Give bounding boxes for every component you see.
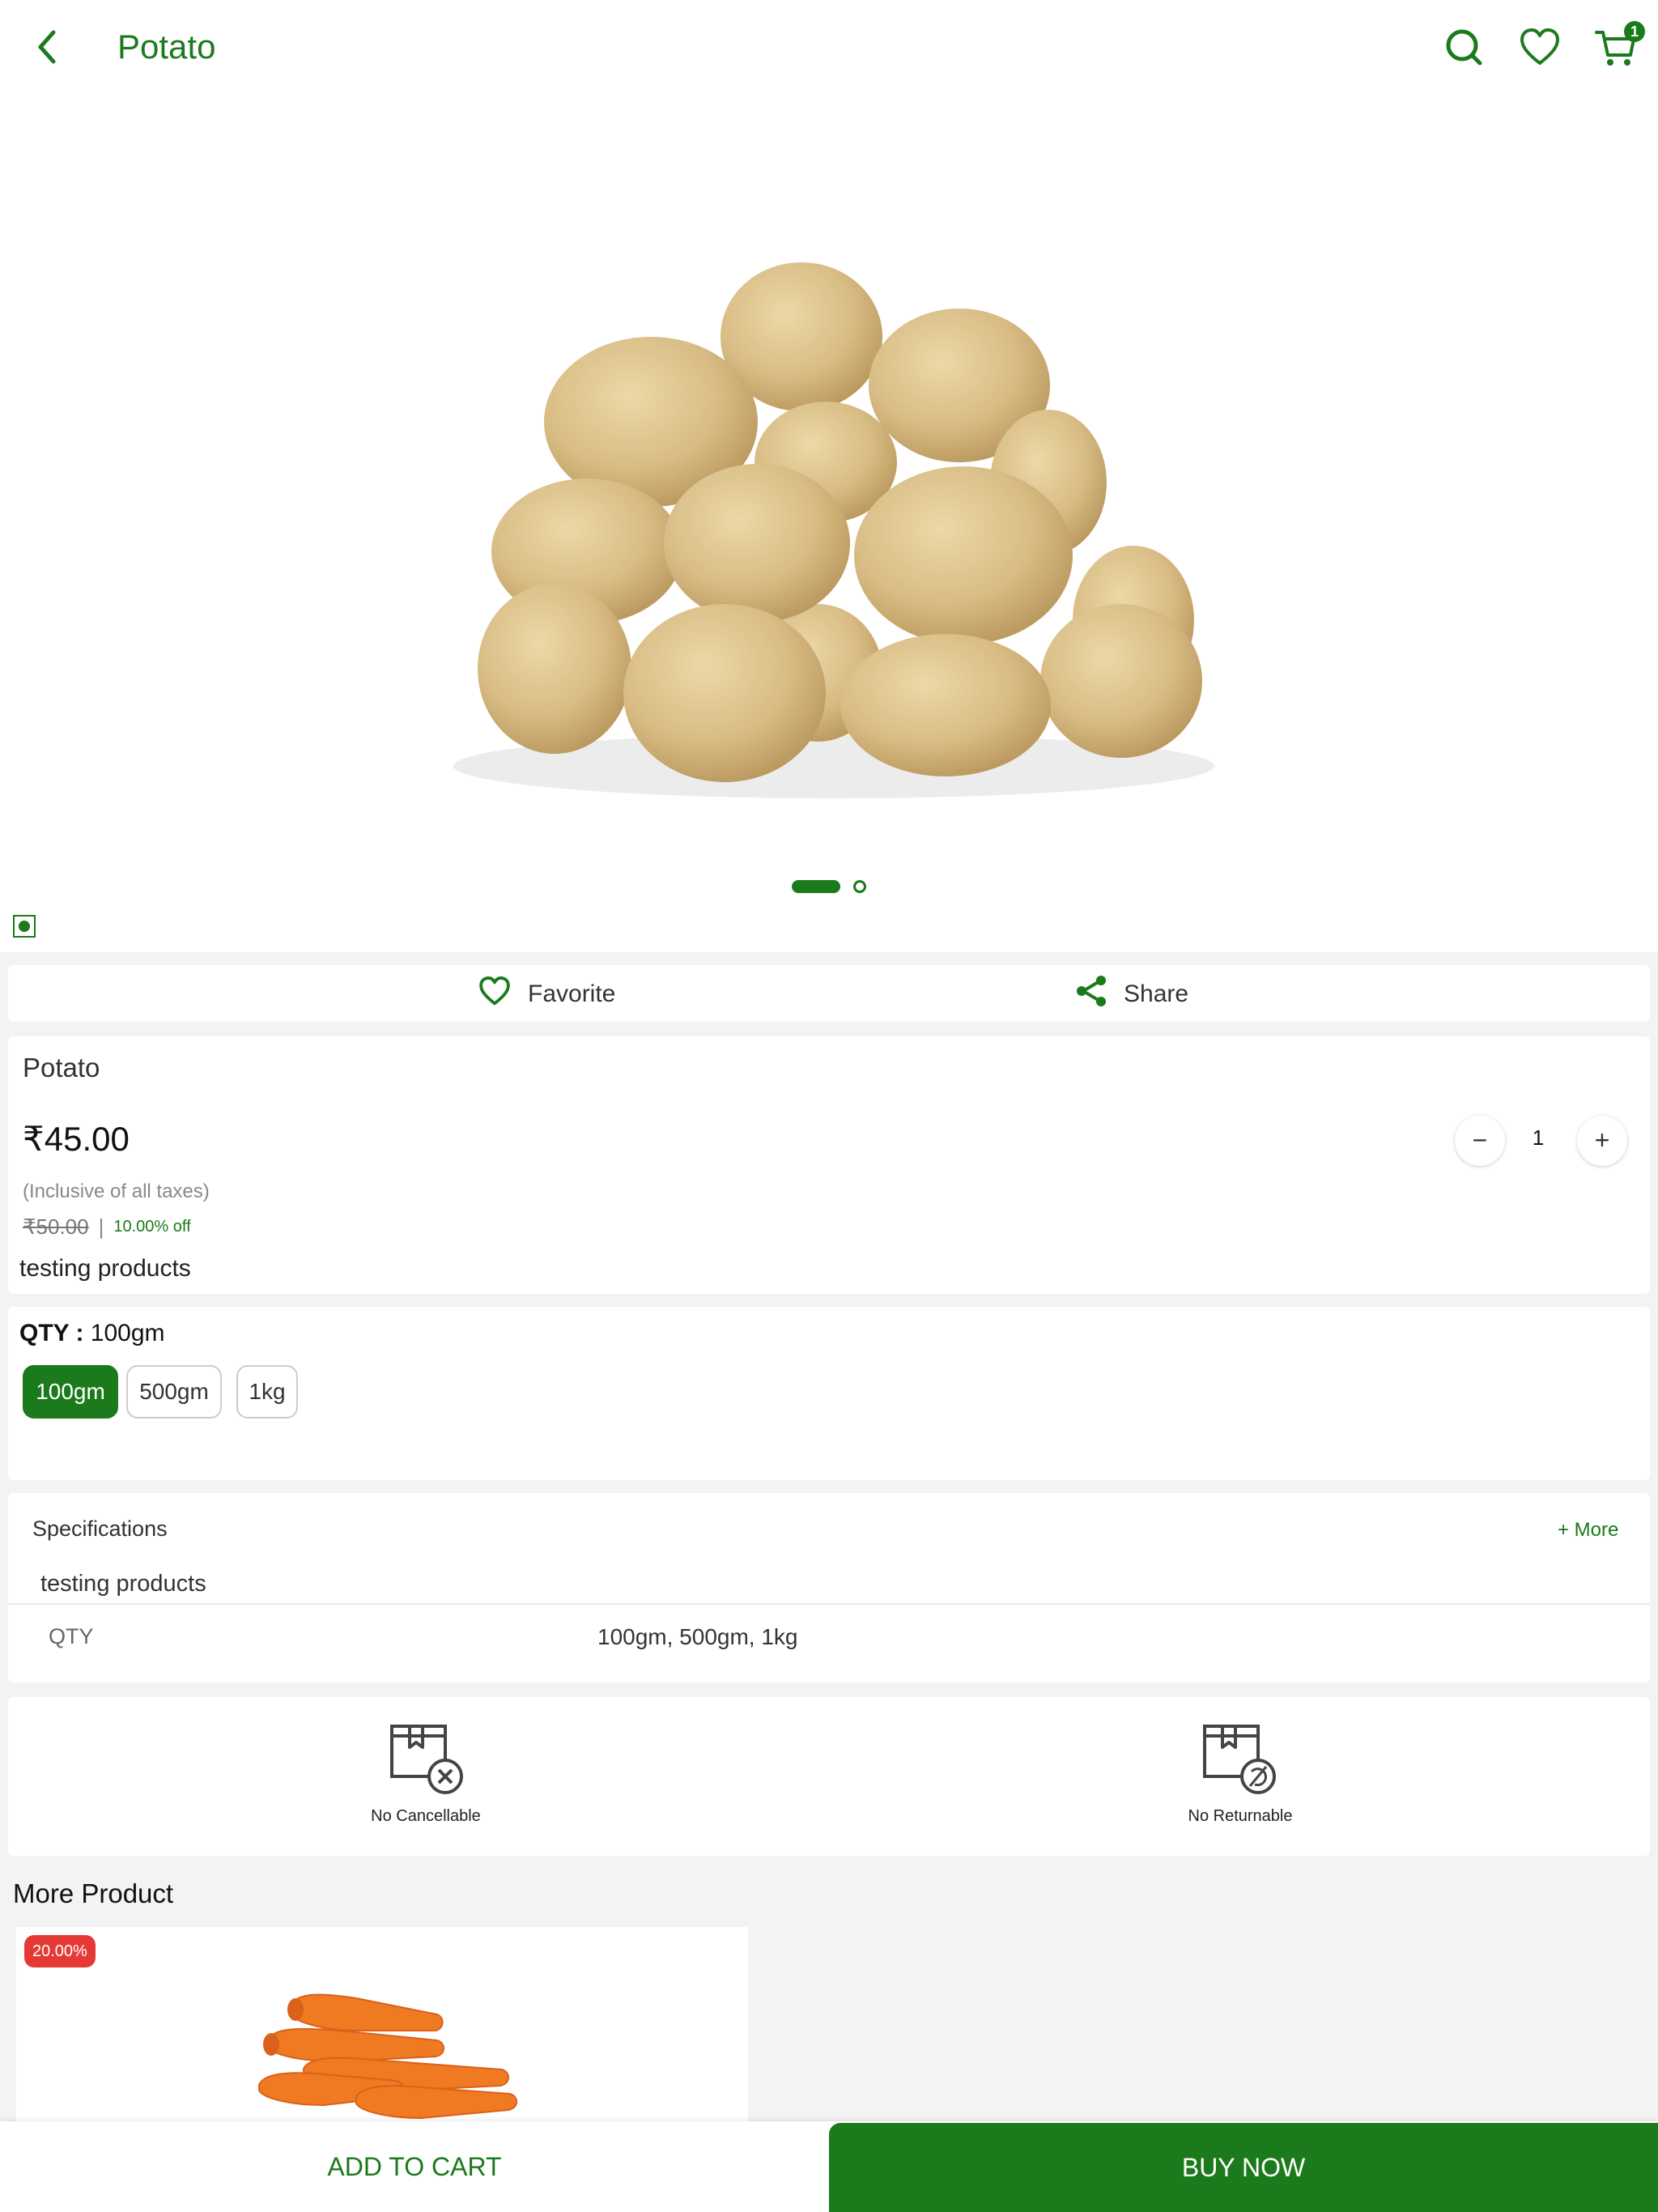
spec-row-value: 100gm, 500gm, 1kg <box>597 1624 798 1649</box>
heart-icon <box>476 972 513 1016</box>
quantity-decrement-button[interactable]: − <box>1455 1116 1505 1166</box>
product-image-carousel[interactable] <box>0 94 1658 952</box>
specifications-card <box>8 1493 1650 1682</box>
variant-option-1kg[interactable]: 1kg <box>236 1365 298 1419</box>
share-icon <box>1073 973 1109 1015</box>
specifications-more-link[interactable]: + More <box>1558 1519 1618 1542</box>
variant-selected-value: 100gm <box>90 1320 165 1346</box>
image-thumbnail-selector[interactable] <box>13 915 36 938</box>
wishlist-heart-icon[interactable] <box>1516 23 1564 71</box>
share-button[interactable]: Share <box>1073 973 1188 1015</box>
quantity-increment-button[interactable]: + <box>1577 1116 1627 1166</box>
quantity-value: 1 <box>1532 1125 1545 1150</box>
carousel-dot[interactable] <box>853 880 866 893</box>
no-cancellable-label: No Cancellable <box>371 1807 481 1825</box>
tax-note: (Inclusive of all taxes) <box>23 1180 210 1202</box>
original-price: ₹50.00 <box>23 1214 89 1239</box>
discount-label: 10.00% off <box>113 1218 191 1236</box>
no-return-icon <box>1198 1720 1279 1801</box>
add-to-cart-button[interactable]: ADD TO CART <box>0 2121 829 2212</box>
action-bar <box>8 965 1650 1022</box>
page-title: Potato <box>117 28 216 66</box>
favorite-label: Favorite <box>528 981 616 1007</box>
divider <box>8 1603 1650 1605</box>
specifications-description: testing products <box>40 1571 206 1597</box>
product-info-card <box>8 1036 1650 1294</box>
variant-label-row: QTY : 100gm <box>19 1320 165 1347</box>
search-icon[interactable] <box>1439 23 1488 71</box>
cart-count-badge: 1 <box>1624 21 1645 42</box>
no-cancel-icon <box>385 1720 466 1801</box>
variant-option-100gm[interactable]: 100gm <box>23 1365 118 1419</box>
product-price: ₹45.00 <box>23 1120 130 1158</box>
app-header <box>0 0 1658 94</box>
favorite-button[interactable]: Favorite <box>476 973 615 1015</box>
discount-badge: 20.00% <box>24 1935 96 1967</box>
carousel-dot-active[interactable] <box>792 880 840 893</box>
variant-option-500gm[interactable]: 500gm <box>126 1365 222 1419</box>
spec-row-key: QTY <box>49 1624 94 1648</box>
mrp-row: ₹50.00 | 10.00% off <box>23 1214 191 1240</box>
product-name: Potato <box>23 1053 100 1083</box>
policies-card <box>8 1697 1650 1856</box>
more-products-title: More Product <box>13 1878 174 1908</box>
product-description: testing products <box>19 1255 191 1282</box>
specifications-title: Specifications <box>32 1516 168 1541</box>
share-label: Share <box>1124 981 1189 1007</box>
buy-now-button[interactable]: BUY NOW <box>829 2123 1658 2212</box>
no-returnable-label: No Returnable <box>1188 1807 1293 1825</box>
variant-label: QTY : <box>19 1320 84 1346</box>
back-arrow-icon[interactable] <box>29 24 65 70</box>
price-separator: | <box>98 1214 104 1239</box>
potato-image <box>453 262 1214 798</box>
